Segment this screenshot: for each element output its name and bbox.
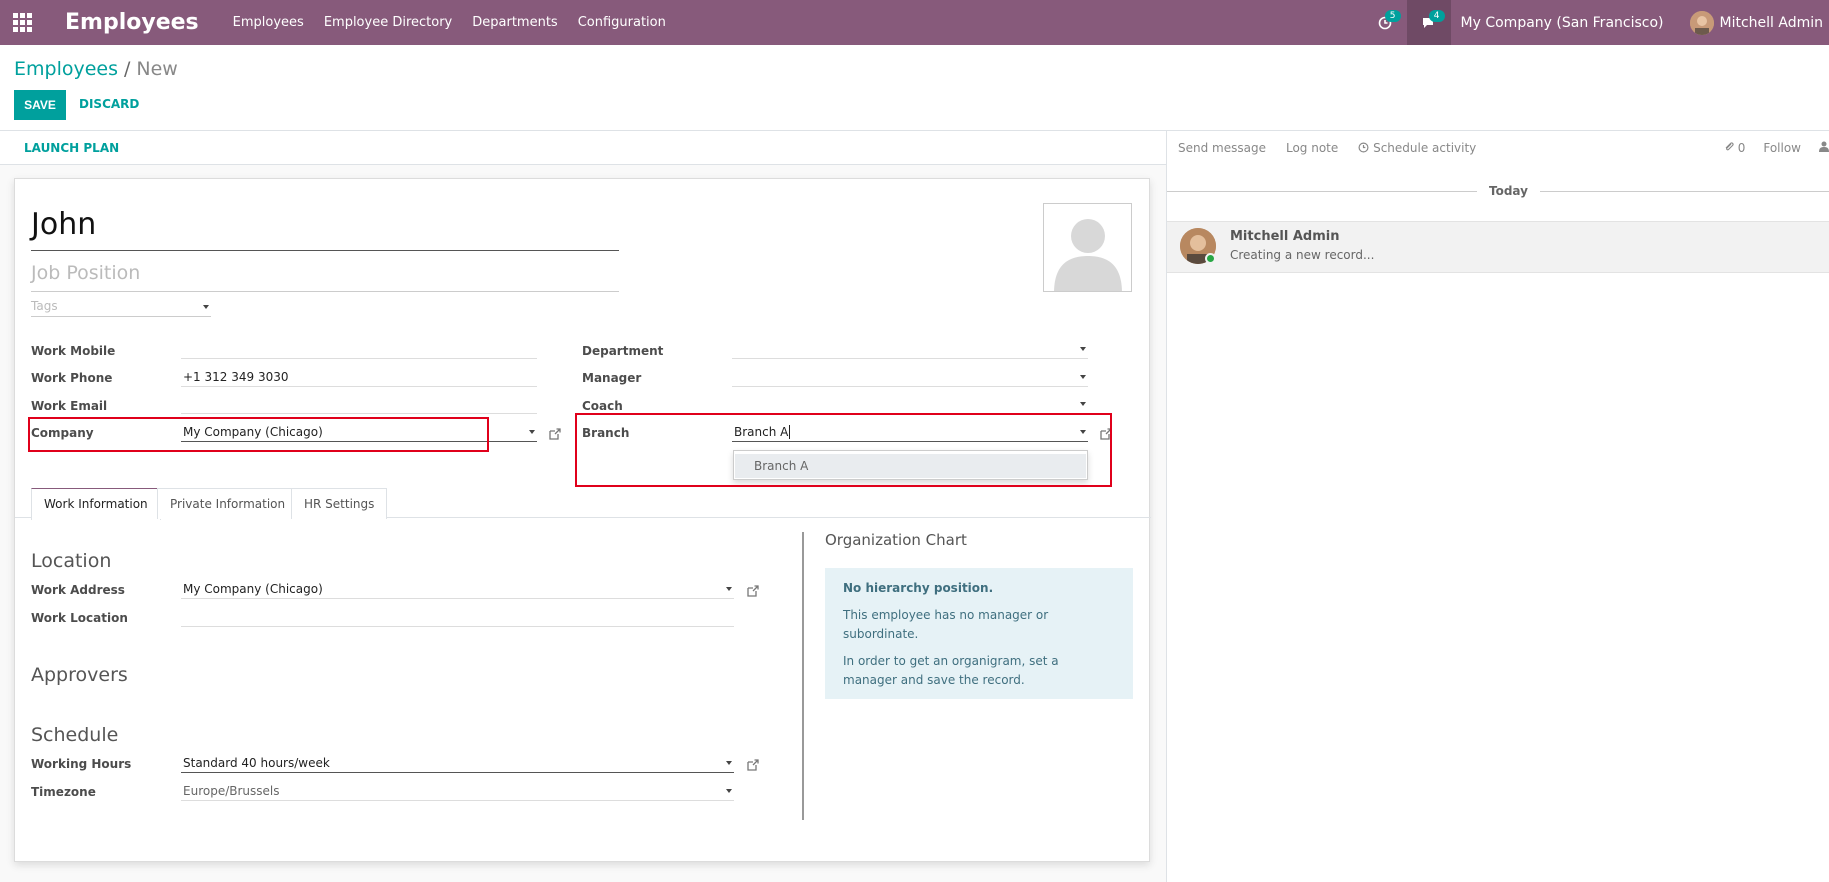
chevron-down-icon [1080,375,1086,379]
breadcrumb: Employees / New [14,58,178,80]
message-count-badge: 4 [1428,10,1445,22]
work-phone-input[interactable]: +1 312 349 3030 [181,367,537,387]
work-location-label: Work Location [31,611,128,625]
working-hours-label: Working Hours [31,757,132,771]
work-phone-label: Work Phone [31,371,113,385]
work-mobile-input[interactable] [181,339,537,359]
follow-button[interactable]: Follow [1763,141,1801,155]
chatter-message: Mitchell Admin Creating a new record... [1167,221,1829,273]
activity-button[interactable]: 5 [1363,0,1407,45]
employee-name-input[interactable]: John [31,207,619,251]
tags-placeholder: Tags [31,299,58,313]
coach-select[interactable] [732,394,1088,414]
chevron-down-icon [726,587,732,591]
form-sheet: John Job Position Tags Work Mobile Work … [14,178,1151,862]
chevron-down-icon [1080,402,1086,406]
work-address-select[interactable]: My Company (Chicago) [181,579,734,599]
apps-menu-icon[interactable] [0,0,44,45]
top-navbar: Employees Employees Employee Directory D… [0,0,1829,45]
chevron-down-icon [726,789,732,793]
working-hours-select[interactable]: Standard 40 hours/week [181,753,734,773]
manager-select[interactable] [732,367,1088,387]
menu-employee-directory[interactable]: Employee Directory [324,15,452,30]
work-address-label: Work Address [31,583,125,597]
org-chart-title: Organization Chart [825,531,967,549]
highlight-company-box [28,417,489,452]
department-select[interactable] [732,339,1088,359]
attachments-button[interactable]: 0 [1724,141,1745,155]
menu-departments[interactable]: Departments [472,15,557,30]
tab-private-information[interactable]: Private Information [157,488,299,519]
form-statusbar: LAUNCH PLAN [0,131,1166,165]
employee-photo[interactable] [1043,203,1132,292]
online-status-dot [1205,253,1216,264]
schedule-section-title: Schedule [31,724,119,746]
chatter-panel: Send message Log note Schedule activity … [1166,131,1829,882]
working-hours-value: Standard 40 hours/week [183,756,330,770]
manager-label: Manager [582,371,642,385]
external-link-icon[interactable] [746,759,759,772]
department-label: Department [582,344,664,358]
location-section-title: Location [31,550,112,572]
work-location-input[interactable] [181,607,734,627]
chevron-down-icon [203,305,209,309]
job-position-input[interactable]: Job Position [31,262,619,292]
paperclip-icon [1725,142,1734,151]
org-chart-heading: No hierarchy position. [843,581,994,595]
messages-button[interactable]: 4 [1406,0,1451,45]
tab-work-information[interactable]: Work Information [31,488,161,520]
log-note-button[interactable]: Log note [1286,141,1338,155]
message-body: Creating a new record... [1230,248,1375,262]
schedule-activity-button[interactable]: Schedule activity [1358,141,1476,155]
coach-label: Coach [582,399,623,413]
launch-plan-button[interactable]: LAUNCH PLAN [24,141,119,155]
save-button[interactable]: SAVE [14,90,66,120]
org-chart-info-box: No hierarchy position. This employee has… [825,568,1133,699]
external-link-icon[interactable] [746,585,759,598]
user-avatar[interactable] [1689,10,1714,35]
tab-hr-settings[interactable]: HR Settings [291,488,388,519]
user-menu[interactable]: Mitchell Admin [1720,15,1824,31]
app-brand[interactable]: Employees [65,10,199,35]
send-message-button[interactable]: Send message [1178,141,1266,155]
menu-employees[interactable]: Employees [233,15,304,30]
org-chart-line1: This employee has no manager or subordin… [843,608,1049,641]
chevron-down-icon [726,761,732,765]
user-icon [1819,141,1829,152]
work-email-input[interactable] [181,394,537,414]
notebook-tabs: Work Information Private Information HR … [15,483,1151,520]
work-email-label: Work Email [31,399,108,413]
work-address-value: My Company (Chicago) [183,582,323,596]
breadcrumb-employees[interactable]: Employees [14,58,118,80]
column-divider [802,532,804,820]
attachments-count: 0 [1737,141,1746,155]
avatar-placeholder-icon [1054,219,1122,291]
today-label: Today [1477,184,1540,198]
company-switcher[interactable]: My Company (San Francisco) [1461,15,1664,31]
highlight-branch-box [575,413,1112,487]
discard-button[interactable]: DISCARD [79,97,139,111]
timezone-value: Europe/Brussels [183,784,280,798]
chevron-down-icon [1080,347,1086,351]
message-author[interactable]: Mitchell Admin [1230,229,1339,244]
timezone-label: Timezone [31,785,96,799]
external-link-icon[interactable] [548,428,561,441]
approvers-section-title: Approvers [31,664,128,686]
chevron-down-icon [529,430,535,434]
breadcrumb-separator: / [124,58,131,80]
control-panel: Employees / New SAVE DISCARD [0,45,1829,131]
chatter-actions: 0 Follow [1724,141,1829,155]
work-mobile-label: Work Mobile [31,344,116,358]
followers-button[interactable] [1819,141,1829,155]
clock-icon [1358,142,1369,153]
tags-input[interactable]: Tags [31,299,211,317]
schedule-activity-label: Schedule activity [1373,141,1477,155]
org-chart-line2: In order to get an organigram, set a man… [843,654,1059,687]
menu-configuration[interactable]: Configuration [578,15,666,30]
activity-count-badge: 5 [1384,10,1401,22]
timezone-select[interactable]: Europe/Brussels [181,781,734,801]
chatter-toolbar: Send message Log note Schedule activity [1178,141,1476,155]
breadcrumb-current: New [136,58,178,80]
